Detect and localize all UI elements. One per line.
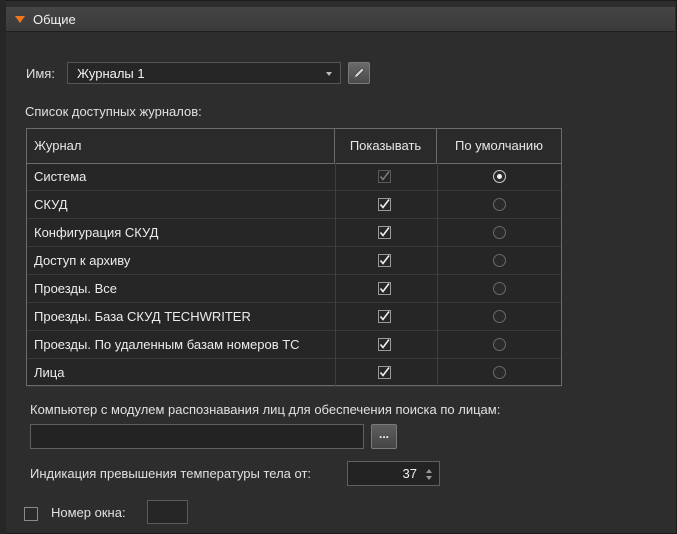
pencil-icon — [353, 67, 365, 79]
temperature-value: 37 — [402, 466, 417, 481]
show-checkbox[interactable] — [378, 366, 391, 379]
column-divider — [335, 303, 336, 331]
name-combobox[interactable]: Журналы 1 — [67, 62, 341, 84]
column-divider — [335, 191, 336, 219]
column-divider — [437, 275, 438, 303]
table-row[interactable]: СКУД — [27, 191, 561, 219]
show-checkbox — [378, 170, 391, 183]
column-divider — [335, 359, 336, 387]
face-search-label: Компьютер с модулем распознавания лиц дл… — [30, 402, 501, 417]
column-divider — [437, 303, 438, 331]
column-divider — [437, 163, 438, 191]
journal-name: Доступ к архиву — [34, 253, 131, 268]
default-radio[interactable] — [493, 226, 506, 239]
table-row[interactable]: Проезды. Все — [27, 275, 561, 303]
column-divider — [437, 331, 438, 359]
name-combobox-value: Журналы 1 — [77, 66, 145, 81]
default-radio[interactable] — [493, 254, 506, 267]
show-checkbox[interactable] — [378, 226, 391, 239]
table-row[interactable]: Система — [27, 163, 561, 191]
column-divider — [335, 331, 336, 359]
show-checkbox[interactable] — [378, 198, 391, 211]
section-header-general[interactable]: Общие — [6, 7, 675, 32]
journal-name: Проезды. Все — [34, 281, 117, 296]
window-number-label: Номер окна: — [51, 505, 126, 520]
show-checkbox[interactable] — [378, 310, 391, 323]
journals-caption: Список доступных журналов: — [25, 104, 202, 119]
column-divider — [335, 163, 336, 191]
section-title: Общие — [33, 11, 76, 27]
show-checkbox[interactable] — [378, 338, 391, 351]
window-number-checkbox[interactable] — [24, 507, 38, 521]
column-divider — [437, 191, 438, 219]
browse-button[interactable]: ... — [371, 424, 397, 449]
table-row[interactable]: Проезды. По удаленным базам номеров ТС — [27, 331, 561, 359]
default-radio[interactable] — [493, 198, 506, 211]
column-divider — [335, 275, 336, 303]
panel-left-edge — [0, 0, 6, 534]
journal-name: Конфигурация СКУД — [34, 225, 159, 240]
spin-down-icon[interactable] — [426, 476, 432, 480]
show-checkbox[interactable] — [378, 254, 391, 267]
journal-name: Лица — [34, 365, 65, 380]
default-radio[interactable] — [493, 338, 506, 351]
face-search-computer-input[interactable] — [30, 424, 364, 449]
table-header: Журнал Показывать По умолчанию — [27, 129, 561, 164]
column-header-show[interactable]: Показывать — [335, 129, 437, 163]
temperature-label: Индикация превышения температуры тела от… — [30, 466, 312, 481]
default-radio[interactable] — [493, 366, 506, 379]
default-radio[interactable] — [493, 310, 506, 323]
name-label: Имя: — [26, 66, 55, 81]
journal-name: СКУД — [34, 197, 68, 212]
journal-name: Проезды. По удаленным базам номеров ТС — [34, 337, 300, 352]
temperature-spinbox[interactable]: 37 — [347, 461, 440, 486]
journal-name: Проезды. База СКУД TECHWRITER — [34, 309, 251, 324]
journals-table: Журнал Показывать По умолчанию Система СК… — [26, 128, 562, 387]
table-row[interactable]: Проезды. База СКУД TECHWRITER — [27, 303, 561, 331]
journal-name: Система — [34, 169, 87, 184]
column-divider — [437, 359, 438, 387]
table-row[interactable]: Конфигурация СКУД — [27, 219, 561, 247]
table-row[interactable]: Лица — [27, 359, 561, 387]
column-divider — [335, 219, 336, 247]
column-divider — [335, 247, 336, 275]
spin-up-icon[interactable] — [426, 469, 432, 473]
default-radio[interactable] — [493, 282, 506, 295]
edit-name-button[interactable] — [348, 62, 370, 84]
column-divider — [437, 219, 438, 247]
chevron-down-icon[interactable] — [326, 72, 332, 76]
collapse-triangle-icon[interactable] — [15, 15, 25, 23]
table-row[interactable]: Доступ к архиву — [27, 247, 561, 275]
show-checkbox[interactable] — [378, 282, 391, 295]
column-header-journal[interactable]: Журнал — [27, 129, 335, 163]
column-header-default[interactable]: По умолчанию — [437, 129, 561, 163]
window-number-field[interactable] — [147, 500, 188, 524]
column-divider — [437, 247, 438, 275]
default-radio[interactable] — [493, 170, 506, 183]
